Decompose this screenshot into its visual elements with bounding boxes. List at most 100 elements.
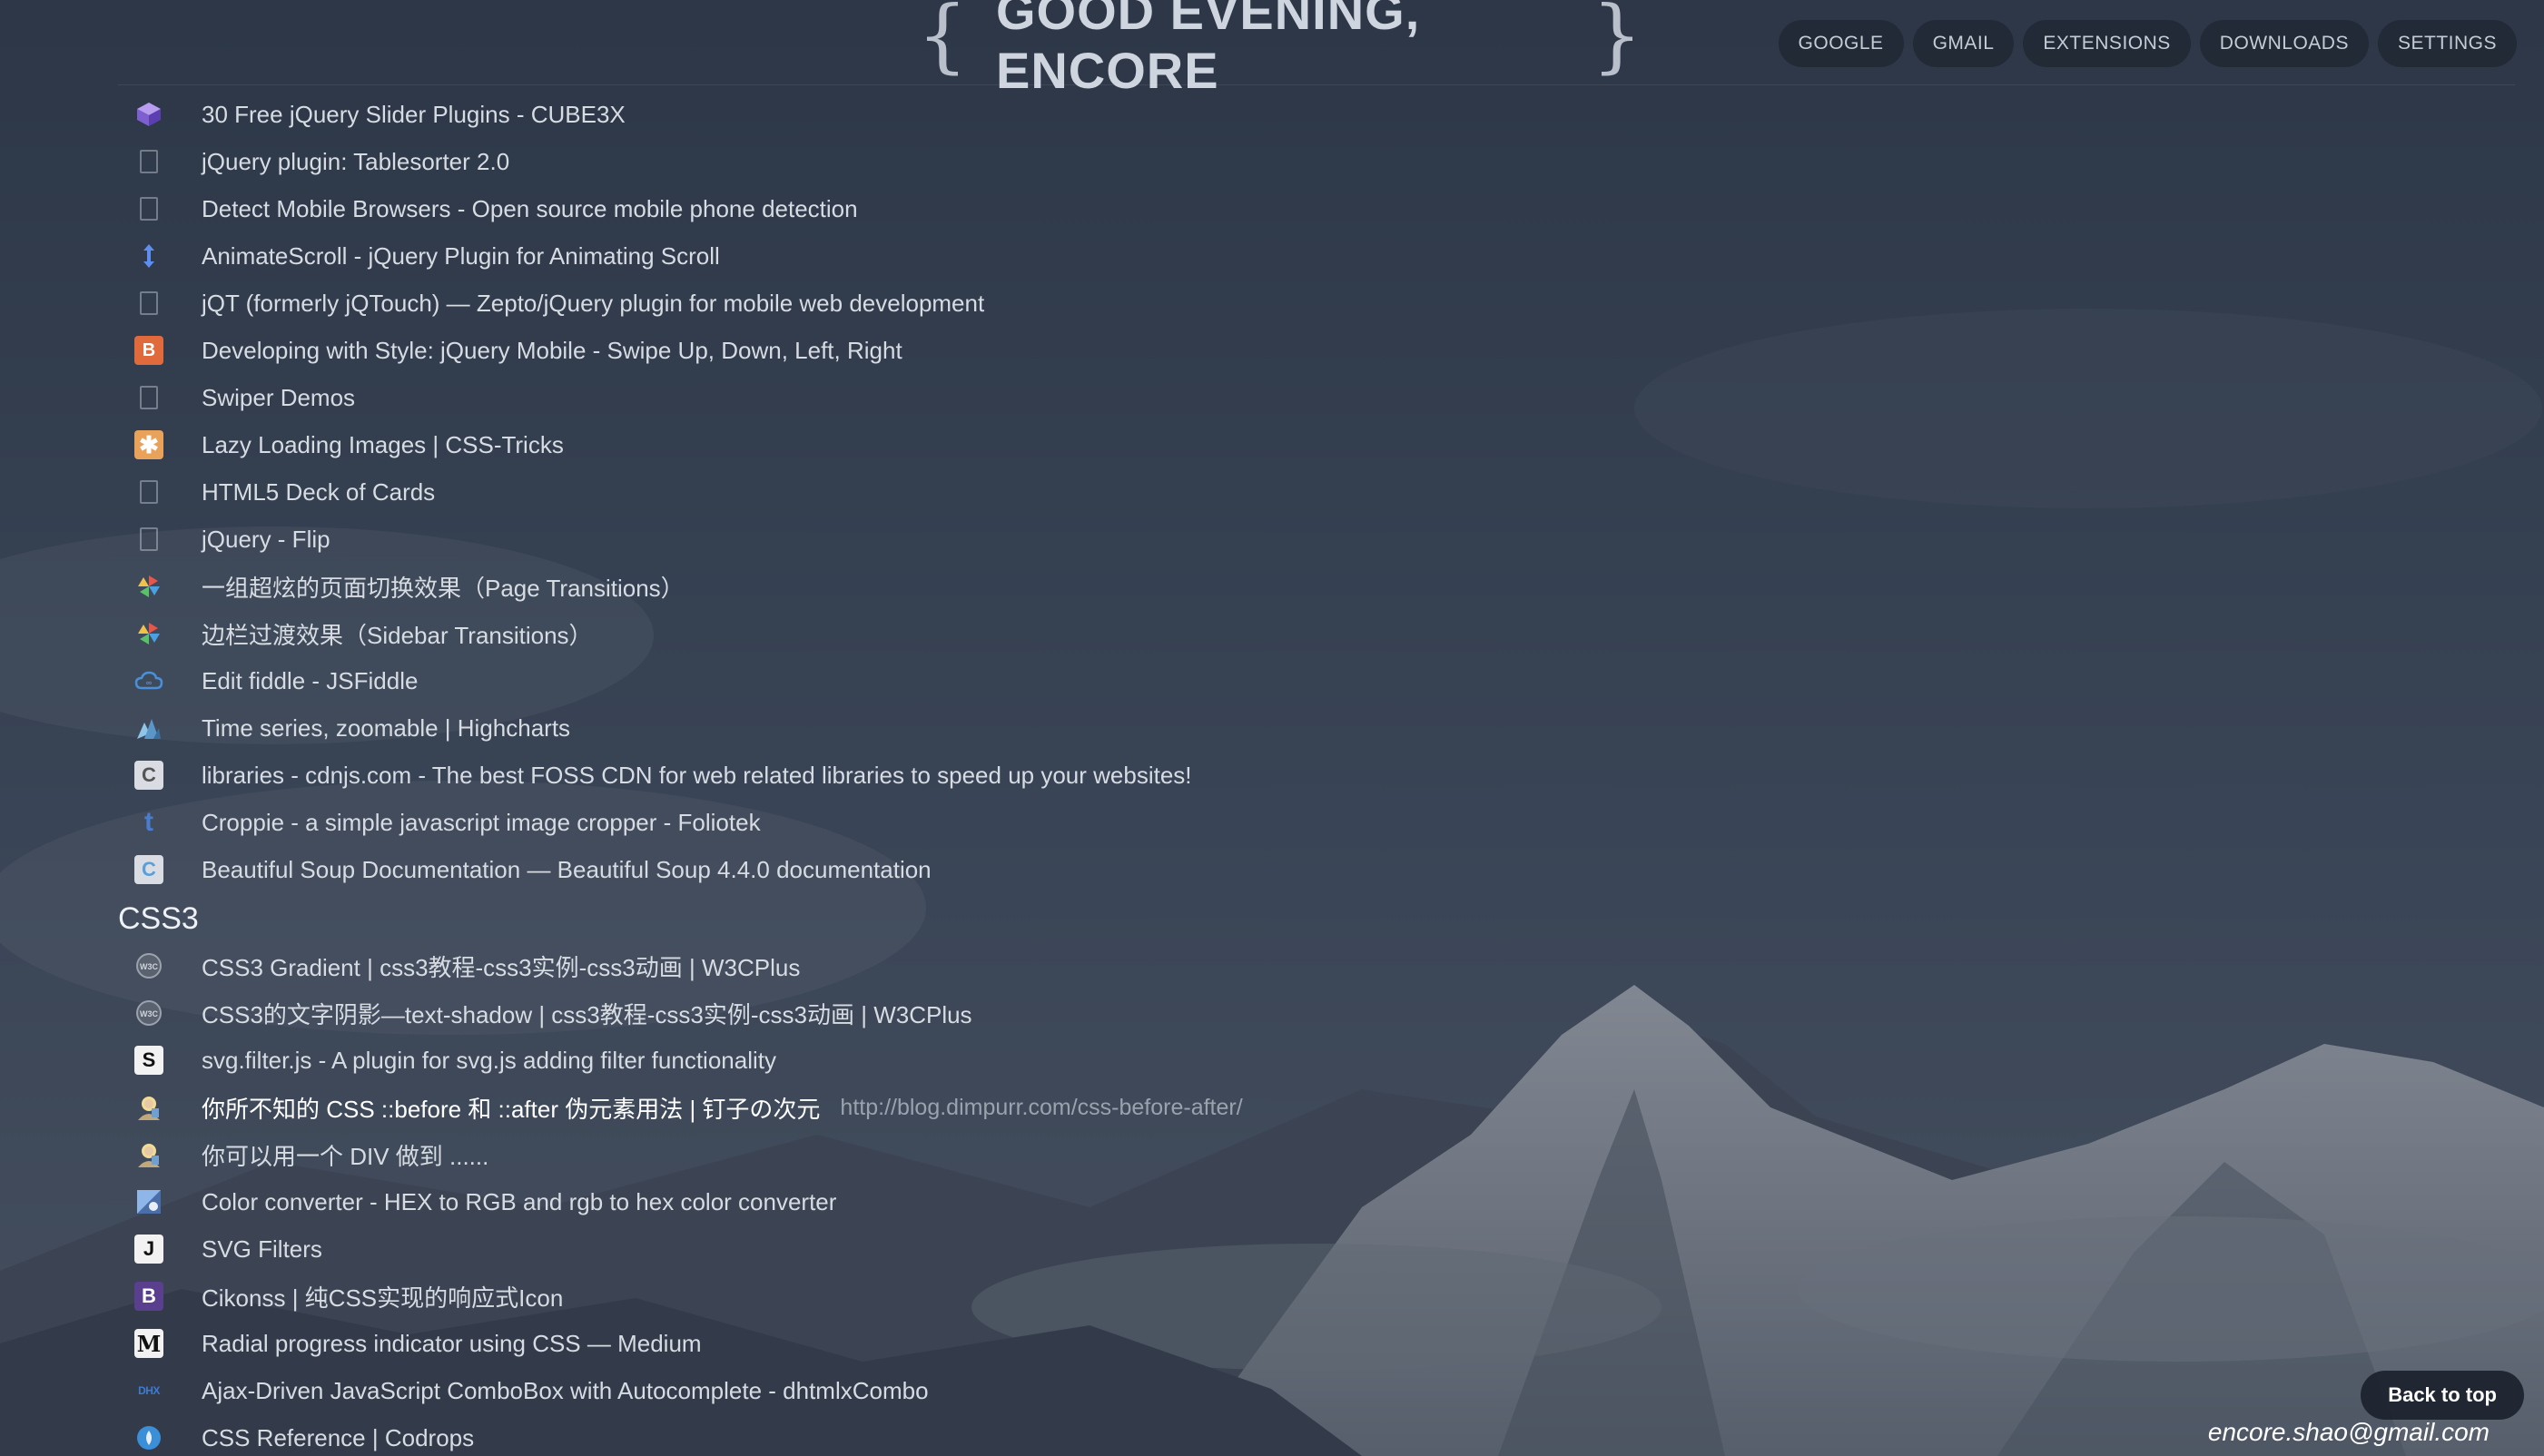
- css-tricks-icon: ✱: [134, 430, 163, 459]
- avatar-icon: [134, 1093, 163, 1122]
- bookmark-item[interactable]: CSS Reference | Codrops: [118, 1414, 2115, 1456]
- bookmark-item[interactable]: ∞ Edit fiddle - JSFiddle: [118, 657, 2115, 704]
- bookmark-item[interactable]: 你所不知的 CSS ::before 和 ::after 伪元素用法 | 钉子の…: [118, 1084, 2115, 1131]
- bookmark-item[interactable]: Ssvg.filter.js - A plugin for svg.js add…: [118, 1037, 2115, 1084]
- bookmark-list: 30 Free jQuery Slider Plugins - CUBE3X jQ…: [118, 91, 2115, 1456]
- nav-extensions-button[interactable]: EXTENSIONS: [2023, 20, 2191, 67]
- greeting-title: { GOOD EVENING, ENCORE }: [917, 0, 1643, 99]
- bookmark-label: Edit fiddle - JSFiddle: [202, 666, 419, 694]
- dhtmlx-icon: DHX: [138, 1384, 160, 1397]
- bookmark-label: Swiper Demos: [202, 383, 356, 411]
- bookmark-label: Cikonss | 纯CSS实现的响应式Icon: [202, 1284, 564, 1312]
- page-icon: [134, 525, 163, 554]
- bookmark-item[interactable]: B Developing with Style: jQuery Mobile - …: [118, 327, 2115, 374]
- back-to-top-button[interactable]: Back to top: [2361, 1371, 2524, 1420]
- cloud-icon: ∞: [134, 666, 163, 695]
- w3cplus-icon: W3C: [134, 951, 163, 980]
- bookmark-label: Croppie - a simple javascript image crop…: [202, 808, 761, 836]
- bookmark-item[interactable]: Clibraries - cdnjs.com - The best FOSS C…: [118, 752, 2115, 799]
- bookmark-item[interactable]: t Croppie - a simple javascript image cro…: [118, 799, 2115, 846]
- bookmark-item[interactable]: B Cikonss | 纯CSS实现的响应式Icon: [118, 1273, 2115, 1320]
- bookmark-item[interactable]: 你可以用一个 DIV 做到 ......: [118, 1131, 2115, 1178]
- bookmark-label: AnimateScroll - jQuery Plugin for Animat…: [202, 241, 720, 270]
- cube-icon: [134, 100, 163, 129]
- page-icon: [134, 289, 163, 318]
- bookmark-label: jQT (formerly jQTouch) — Zepto/jQuery pl…: [202, 289, 985, 317]
- pinwheel-icon: [134, 619, 163, 648]
- page-icon: [134, 194, 163, 223]
- bookmark-label: Radial progress indicator using CSS — Me…: [202, 1329, 702, 1357]
- right-brace: }: [1592, 0, 1643, 82]
- blogger-icon: B: [134, 336, 163, 365]
- bookmark-label: CSS3的文字阴影—text-shadow | css3教程-css3实例-cs…: [202, 1000, 972, 1028]
- bookmark-label: 30 Free jQuery Slider Plugins - CUBE3X: [202, 100, 626, 128]
- bookmark-item[interactable]: Swiper Demos: [118, 374, 2115, 421]
- bookmark-item[interactable]: AnimateScroll - jQuery Plugin for Animat…: [118, 232, 2115, 280]
- svg-text:W3C: W3C: [140, 962, 159, 971]
- page-icon: [134, 147, 163, 176]
- bookmark-label: Developing with Style: jQuery Mobile - S…: [202, 336, 902, 364]
- bookmark-item[interactable]: HTML5 Deck of Cards: [118, 468, 2115, 516]
- tumblr-icon: t: [144, 807, 153, 837]
- nav-downloads-button[interactable]: DOWNLOADS: [2199, 20, 2369, 67]
- scroll-arrows-icon: [134, 241, 163, 271]
- w3cplus-icon: W3C: [134, 999, 163, 1028]
- bookmark-item[interactable]: ✱ Lazy Loading Images | CSS-Tricks: [118, 421, 2115, 468]
- bookmark-item[interactable]: jQuery plugin: Tablesorter 2.0: [118, 138, 2115, 185]
- bookmark-label: Detect Mobile Browsers - Open source mob…: [202, 194, 858, 222]
- bookmark-label: svg.filter.js - A plugin for svg.js addi…: [202, 1046, 776, 1074]
- bookmark-label: Ajax-Driven JavaScript ComboBox with Aut…: [202, 1376, 929, 1404]
- pinwheel-icon: [134, 572, 163, 601]
- bookmark-label: 一组超炫的页面切换效果（Page Transitions）: [202, 574, 685, 602]
- bookmark-group-top: 30 Free jQuery Slider Plugins - CUBE3X jQ…: [118, 91, 2115, 893]
- bookmark-label: jQuery plugin: Tablesorter 2.0: [202, 147, 510, 175]
- bookmark-item[interactable]: jQT (formerly jQTouch) — Zepto/jQuery pl…: [118, 280, 2115, 327]
- bookmark-item[interactable]: Time series, zoomable | Highcharts: [118, 704, 2115, 752]
- bookmark-item[interactable]: Detect Mobile Browsers - Open source mob…: [118, 185, 2115, 232]
- bookmark-item[interactable]: W3C CSS3 Gradient | css3教程-css3实例-css3动画 …: [118, 942, 2115, 989]
- svg-text:W3C: W3C: [140, 1009, 159, 1018]
- bookmark-label: Time series, zoomable | Highcharts: [202, 713, 571, 742]
- bookmark-item[interactable]: C Beautiful Soup Documentation — Beautifu…: [118, 846, 2115, 893]
- bookmark-item[interactable]: DHX Ajax-Driven JavaScript ComboBox with …: [118, 1367, 2115, 1414]
- bookmark-label: 边栏过渡效果（Sidebar Transitions）: [202, 621, 593, 649]
- bookmark-label: Beautiful Soup Documentation — Beautiful…: [202, 855, 932, 883]
- top-nav: GOOGLE GMAIL EXTENSIONS DOWNLOADS SETTIN…: [1778, 20, 2517, 67]
- page-icon: [134, 383, 163, 412]
- svg-text:∞: ∞: [146, 678, 153, 687]
- bookmark-label: libraries - cdnjs.com - The best FOSS CD…: [202, 761, 1192, 789]
- bookmark-item[interactable]: 一组超炫的页面切换效果（Page Transitions）: [118, 563, 2115, 610]
- bookmark-item[interactable]: jQuery - Flip: [118, 516, 2115, 563]
- section-title-css3: CSS3: [118, 900, 199, 936]
- left-brace: {: [917, 0, 969, 82]
- bookmark-group-css3: W3C CSS3 Gradient | css3教程-css3实例-css3动画 …: [118, 942, 2115, 1456]
- bookmark-item[interactable]: Color converter - HEX to RGB and rgb to …: [118, 1178, 2115, 1225]
- nav-google-button[interactable]: GOOGLE: [1778, 20, 1904, 67]
- bookmark-label: jQuery - Flip: [202, 525, 330, 553]
- bookmark-label: SVG Filters: [202, 1235, 322, 1263]
- bookmark-label: CSS Reference | Codrops: [202, 1423, 475, 1451]
- color-wheel-icon: [134, 1187, 163, 1216]
- nav-gmail-button[interactable]: GMAIL: [1912, 20, 2015, 67]
- crummy-icon: C: [134, 855, 163, 884]
- medium-icon: M: [134, 1329, 163, 1358]
- svgjs-icon: S: [134, 1046, 163, 1075]
- cdnjs-icon: C: [134, 761, 163, 790]
- nav-settings-button[interactable]: SETTINGS: [2377, 20, 2517, 67]
- bookmark-label: HTML5 Deck of Cards: [202, 477, 436, 506]
- top-header: { GOOD EVENING, ENCORE } GOOGLE GMAIL EX…: [0, 0, 2544, 99]
- jenkov-icon: J: [134, 1235, 163, 1264]
- bookmark-url[interactable]: http://blog.dimpurr.com/css-before-after…: [840, 1095, 1242, 1121]
- bookmark-label: Color converter - HEX to RGB and rgb to …: [202, 1187, 837, 1215]
- bookmark-item[interactable]: J SVG Filters: [118, 1225, 2115, 1273]
- bookmark-item[interactable]: 边栏过渡效果（Sidebar Transitions）: [118, 610, 2115, 657]
- bookmark-item[interactable]: W3C CSS3的文字阴影—text-shadow | css3教程-css3实例…: [118, 989, 2115, 1037]
- user-email[interactable]: encore.shao@gmail.com: [2208, 1418, 2490, 1447]
- bootstrap-icon: B: [134, 1282, 163, 1311]
- page-icon: [134, 477, 163, 507]
- bookmark-item[interactable]: M Radial progress indicator using CSS — M…: [118, 1320, 2115, 1367]
- bookmark-label: 你所不知的 CSS ::before 和 ::after 伪元素用法 | 钉子の…: [202, 1095, 821, 1123]
- avatar-icon: [134, 1140, 163, 1169]
- bookmark-label: Lazy Loading Images | CSS-Tricks: [202, 430, 564, 458]
- codrops-icon: [134, 1423, 163, 1452]
